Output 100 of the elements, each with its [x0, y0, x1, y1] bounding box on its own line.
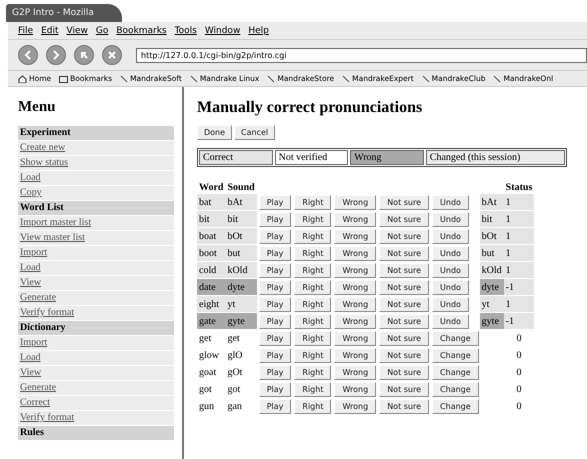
menu-item[interactable]: Help [248, 26, 269, 36]
row-button[interactable]: Wrong [334, 398, 376, 414]
menu-section[interactable]: Word List [18, 201, 174, 215]
row-button[interactable]: Right [294, 296, 332, 312]
forward-icon[interactable] [46, 45, 66, 65]
menu-item[interactable]: Bookmarks [116, 26, 167, 36]
menu-section[interactable]: Rules [18, 426, 174, 440]
row-button[interactable]: Right [294, 280, 332, 294]
row-button[interactable]: Right [294, 348, 332, 362]
row-button[interactable]: Not sure [379, 246, 430, 260]
menu-link[interactable]: Copy [18, 186, 174, 200]
row-button[interactable]: Change [432, 364, 479, 380]
row-button[interactable]: Undo [432, 262, 469, 278]
row-button[interactable]: Change [432, 382, 479, 396]
row-button[interactable]: Right [294, 398, 332, 414]
menu-item[interactable]: Tools [174, 26, 197, 36]
menu-link[interactable]: Import [18, 246, 174, 260]
address-field[interactable]: http://127.0.0.1/cgi-bin/g2p/intro.cgi [136, 48, 587, 62]
row-button[interactable]: Wrong [334, 194, 376, 210]
row-button[interactable]: Play [258, 296, 292, 312]
row-button[interactable]: Not sure [379, 212, 430, 226]
row-button[interactable]: Not sure [379, 348, 430, 362]
row-button[interactable]: Right [294, 364, 332, 380]
row-button[interactable]: Play [258, 228, 292, 244]
row-button[interactable]: Wrong [334, 228, 376, 244]
menu-link[interactable]: Import master list [18, 216, 174, 230]
reload-icon[interactable] [74, 45, 94, 65]
menu-link[interactable]: Load [18, 351, 174, 365]
row-button[interactable]: Right [294, 314, 332, 328]
menu-link[interactable]: Verify format [18, 306, 174, 320]
row-button[interactable]: Right [294, 382, 332, 396]
row-button[interactable]: Wrong [334, 246, 376, 260]
row-button[interactable]: Right [294, 330, 332, 346]
row-button[interactable]: Undo [432, 246, 469, 260]
row-button[interactable]: Undo [432, 212, 469, 226]
action-button[interactable]: Done [197, 125, 232, 140]
row-button[interactable]: Change [432, 330, 479, 346]
row-button[interactable]: Right [294, 228, 332, 244]
menu-link[interactable]: Generate [18, 291, 174, 305]
row-button[interactable]: Not sure [379, 228, 430, 244]
menu-item[interactable]: Go [96, 26, 108, 36]
menu-link[interactable]: Load [18, 171, 174, 185]
row-button[interactable]: Play [258, 382, 292, 396]
action-button[interactable]: Cancel [234, 125, 276, 140]
row-button[interactable]: Right [294, 262, 332, 278]
row-button[interactable]: Play [258, 314, 292, 328]
row-button[interactable]: Not sure [379, 194, 430, 210]
row-button[interactable]: Not sure [379, 262, 430, 278]
row-button[interactable]: Not sure [379, 296, 430, 312]
row-button[interactable]: Wrong [334, 348, 376, 362]
row-button[interactable]: Play [258, 348, 292, 362]
row-button[interactable]: Wrong [334, 262, 376, 278]
row-button[interactable]: Undo [432, 228, 469, 244]
row-button[interactable]: Play [258, 330, 292, 346]
row-button[interactable]: Play [258, 262, 292, 278]
row-button[interactable]: Wrong [334, 296, 376, 312]
menu-link[interactable]: View [18, 366, 174, 380]
row-button[interactable]: Not sure [379, 314, 430, 328]
menu-link[interactable]: Verify format [18, 411, 174, 425]
menu-link[interactable]: View master list [18, 231, 174, 245]
row-button[interactable]: Right [294, 194, 332, 210]
menu-link[interactable]: Load [18, 261, 174, 275]
row-button[interactable]: Play [258, 246, 292, 260]
row-button[interactable]: Not sure [379, 382, 430, 396]
row-button[interactable]: Right [294, 212, 332, 226]
menu-section[interactable]: Dictionary [18, 321, 174, 335]
menu-item[interactable]: Window [204, 26, 240, 36]
menu-link[interactable]: Generate [18, 381, 174, 395]
menu-section[interactable]: Experiment [18, 126, 174, 140]
row-button[interactable]: Wrong [334, 212, 376, 226]
row-button[interactable]: Play [258, 194, 292, 210]
row-button[interactable]: Play [258, 364, 292, 380]
row-button[interactable]: Right [294, 246, 332, 260]
menu-link[interactable]: Create new [18, 141, 174, 155]
row-button[interactable]: Wrong [334, 364, 376, 380]
menu-item[interactable]: Edit [41, 26, 58, 36]
menu-link[interactable]: Show status [18, 156, 174, 170]
row-button[interactable]: Wrong [334, 314, 376, 328]
row-button[interactable]: Change [432, 398, 479, 414]
back-icon[interactable] [18, 45, 38, 65]
menu-link[interactable]: Import [18, 336, 174, 350]
row-button[interactable]: Not sure [379, 330, 430, 346]
menu-link[interactable]: Correct [18, 396, 174, 410]
stop-icon[interactable] [102, 45, 122, 65]
row-button[interactable]: Wrong [334, 382, 376, 396]
menu-link[interactable]: View [18, 276, 174, 290]
row-button[interactable]: Play [258, 212, 292, 226]
row-button[interactable]: Undo [432, 194, 469, 210]
row-button[interactable]: Change [432, 348, 479, 362]
row-button[interactable]: Not sure [379, 280, 430, 294]
row-button[interactable]: Undo [432, 280, 469, 294]
row-button[interactable]: Undo [432, 314, 469, 328]
row-button[interactable]: Wrong [334, 280, 376, 294]
row-button[interactable]: Wrong [334, 330, 376, 346]
row-button[interactable]: Play [258, 280, 292, 294]
menu-item[interactable]: View [66, 26, 88, 36]
row-button[interactable]: Not sure [379, 364, 430, 380]
row-button[interactable]: Not sure [379, 398, 430, 414]
row-button[interactable]: Undo [432, 296, 469, 312]
row-button[interactable]: Play [258, 398, 292, 414]
